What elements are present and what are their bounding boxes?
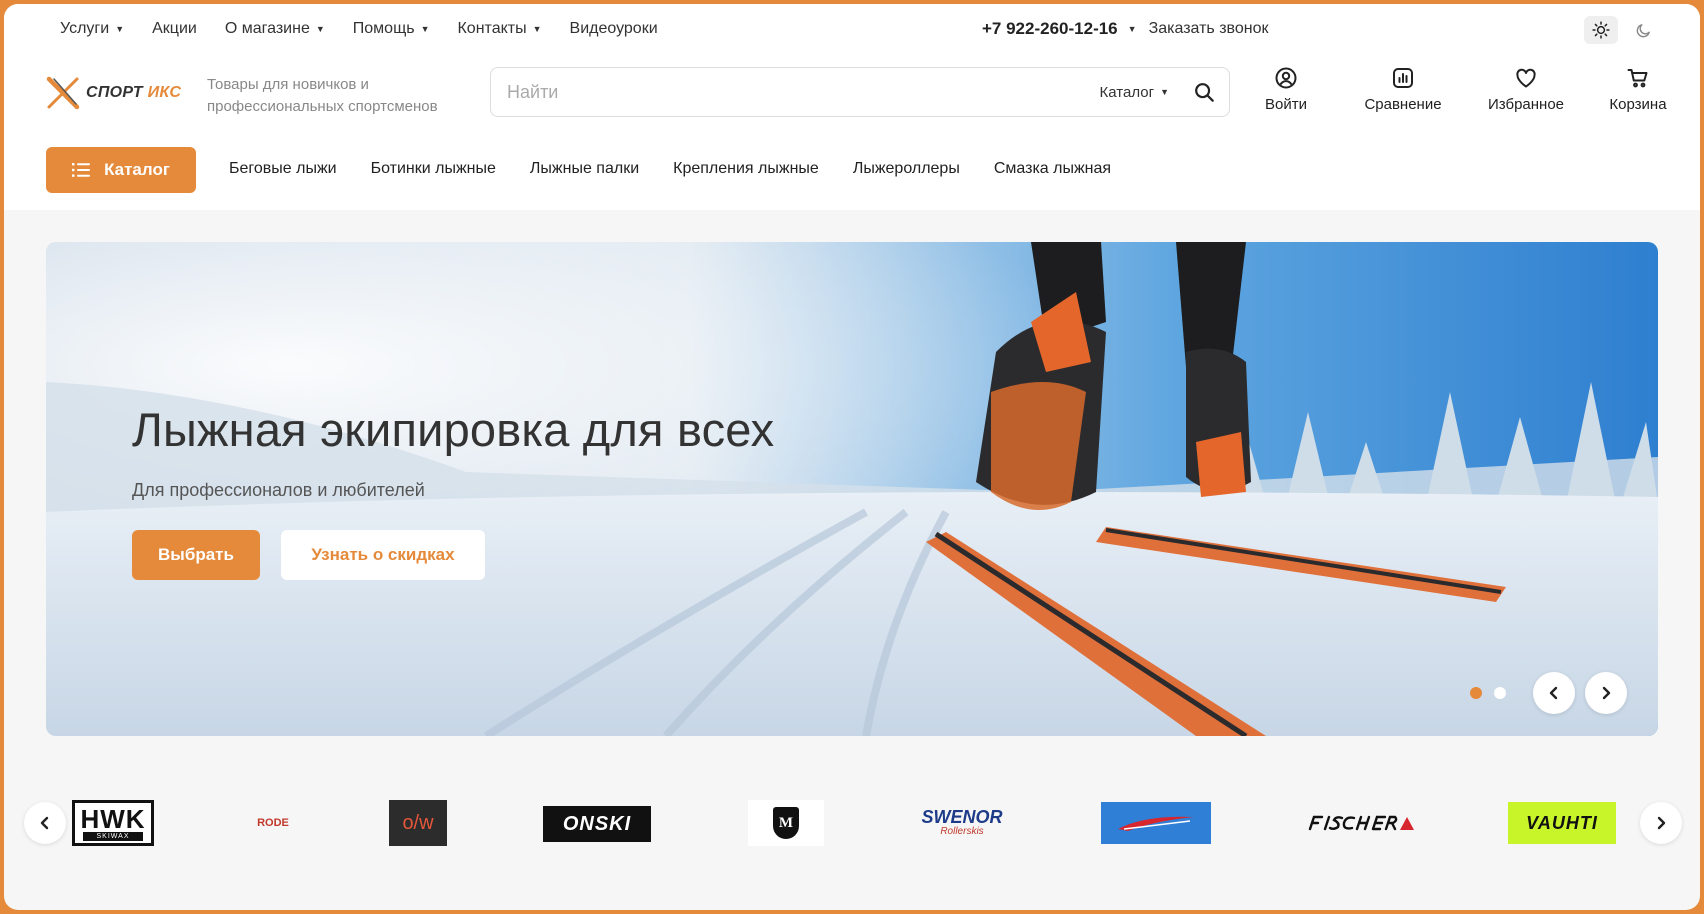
brand-logo-delta[interactable] xyxy=(1101,802,1211,844)
favorites-button[interactable]: Избранное xyxy=(1476,66,1576,113)
top-nav-video-lessons[interactable]: Видеоуроки xyxy=(570,20,658,38)
discounts-button[interactable]: Узнать о скидках xyxy=(281,530,485,580)
category-link-rollerskis[interactable]: Лыжероллеры xyxy=(853,160,960,178)
banner-subtitle: Для профессионалов и любителей xyxy=(132,480,425,500)
caret-down-icon: ▼ xyxy=(115,24,125,34)
login-button[interactable]: Войти xyxy=(1256,66,1316,113)
heart-icon xyxy=(1516,68,1536,88)
caret-down-icon: ▼ xyxy=(532,24,542,34)
cart-button[interactable]: Корзина xyxy=(1598,66,1678,113)
light-theme-button[interactable] xyxy=(1584,16,1618,44)
brand-logo-ow[interactable]: o/w xyxy=(389,800,447,846)
theme-switcher xyxy=(1584,16,1660,44)
catalog-row: Каталог Беговые лыжи Ботинки лыжные Лыжн… xyxy=(4,134,1700,210)
phone-number: +7 922-260-12-16 xyxy=(982,19,1118,38)
category-link-ski-poles[interactable]: Лыжные палки xyxy=(530,160,639,178)
category-links: Беговые лыжи Ботинки лыжные Лыжные палки… xyxy=(229,160,1111,178)
caret-down-icon: ▼ xyxy=(420,24,430,34)
search-bar: Каталог▼ xyxy=(490,67,1230,117)
delta-wing-mark xyxy=(1118,816,1194,831)
site-header: Услуги ▼ Акции О магазине ▼ Помощь ▼ Контак… xyxy=(4,4,1700,210)
slider-dots xyxy=(1470,687,1506,699)
brand-logo-hwk[interactable]: HWK SKIWAX xyxy=(72,800,154,846)
choose-button[interactable]: Выбрать xyxy=(132,530,260,580)
phone-dropdown[interactable]: +7 922-260-12-16 ▼ xyxy=(982,19,1137,39)
category-link-ski-bindings[interactable]: Крепления лыжные xyxy=(673,160,819,178)
fischer-wordmark xyxy=(1308,815,1414,831)
madshus-shield-icon: M xyxy=(773,807,799,839)
slider-dot-2[interactable] xyxy=(1494,687,1506,699)
chevron-right-icon xyxy=(1602,686,1611,700)
category-link-ski-wax[interactable]: Смазка лыжная xyxy=(994,160,1111,178)
chevron-left-icon xyxy=(1549,686,1558,700)
top-nav-about[interactable]: О магазине ▼ xyxy=(225,20,325,38)
category-link-ski-boots[interactable]: Ботинки лыжные xyxy=(371,160,496,178)
user-icon xyxy=(1275,67,1297,89)
caret-down-icon: ▼ xyxy=(315,24,325,34)
logo-x-icon xyxy=(46,76,80,110)
top-nav-services[interactable]: Услуги ▼ xyxy=(60,20,124,38)
banner-prev-button[interactable] xyxy=(1533,672,1575,714)
top-nav-promotions[interactable]: Акции xyxy=(152,20,197,38)
brands-next-button[interactable] xyxy=(1640,802,1682,844)
brand-logo-madshus[interactable]: M xyxy=(748,800,824,846)
chevron-right-icon xyxy=(1657,816,1666,830)
list-icon xyxy=(72,163,91,177)
logo-text: СПОРТ ИКС xyxy=(86,84,182,101)
compare-chart-icon xyxy=(1393,68,1413,88)
page-frame: Услуги ▼ Акции О магазине ▼ Помощь ▼ Контак… xyxy=(4,4,1700,910)
caret-down-icon: ▼ xyxy=(1127,24,1137,34)
catalog-button[interactable]: Каталог xyxy=(46,147,196,193)
brand-logo-onski[interactable]: ONSKI xyxy=(543,806,651,842)
banner-next-button[interactable] xyxy=(1585,672,1627,714)
caret-down-icon: ▼ xyxy=(1160,87,1169,97)
top-nav-contacts[interactable]: Контакты ▼ xyxy=(457,20,541,38)
sun-icon xyxy=(1592,21,1610,39)
search-category-dropdown[interactable]: Каталог ▼ xyxy=(1100,84,1169,101)
brand-logo-rode[interactable]: RODE xyxy=(251,816,295,830)
top-nav-help[interactable]: Помощь ▼ xyxy=(353,20,430,38)
brands-carousel: HWK SKIWAX RODE o/w ONSKI M SWENOR Rolle… xyxy=(4,792,1700,856)
brand-logo-fischer[interactable] xyxy=(1306,810,1416,836)
header-actions: Войти Сравнение Избранное Корзина xyxy=(1256,66,1678,113)
search-input[interactable] xyxy=(507,81,1100,103)
cart-icon xyxy=(1627,69,1648,88)
brand-logo-vauhti[interactable]: VAUHTI xyxy=(1508,802,1616,844)
phone-block: +7 922-260-12-16 ▼ Заказать звонок xyxy=(982,4,1268,54)
chevron-left-icon xyxy=(40,816,49,830)
top-nav: Услуги ▼ Акции О магазине ▼ Помощь ▼ Контак… xyxy=(60,20,658,38)
slider-dot-1[interactable] xyxy=(1470,687,1482,699)
tagline: Товары для новичков и профессиональных с… xyxy=(207,76,438,115)
hero-banner: Лыжная экипировка для всех Для профессио… xyxy=(46,242,1658,736)
banner-title: Лыжная экипировка для всех xyxy=(132,403,775,456)
callback-link[interactable]: Заказать звонок xyxy=(1149,20,1269,38)
brand-logo-swenor[interactable]: SWENOR Rollerskis xyxy=(918,802,1006,844)
compare-button[interactable]: Сравнение xyxy=(1352,66,1454,113)
main-header-row: СПОРТ ИКС Товары для новичков и професси… xyxy=(4,54,1700,134)
brands-prev-button[interactable] xyxy=(24,802,66,844)
top-bar: Услуги ▼ Акции О магазине ▼ Помощь ▼ Контак… xyxy=(4,4,1700,54)
site-logo[interactable]: СПОРТ ИКС xyxy=(46,76,181,110)
moon-icon xyxy=(1636,23,1650,37)
search-icon[interactable] xyxy=(1193,81,1215,103)
dark-theme-button[interactable] xyxy=(1626,16,1660,44)
category-link-cross-country-skis[interactable]: Беговые лыжи xyxy=(229,160,337,178)
